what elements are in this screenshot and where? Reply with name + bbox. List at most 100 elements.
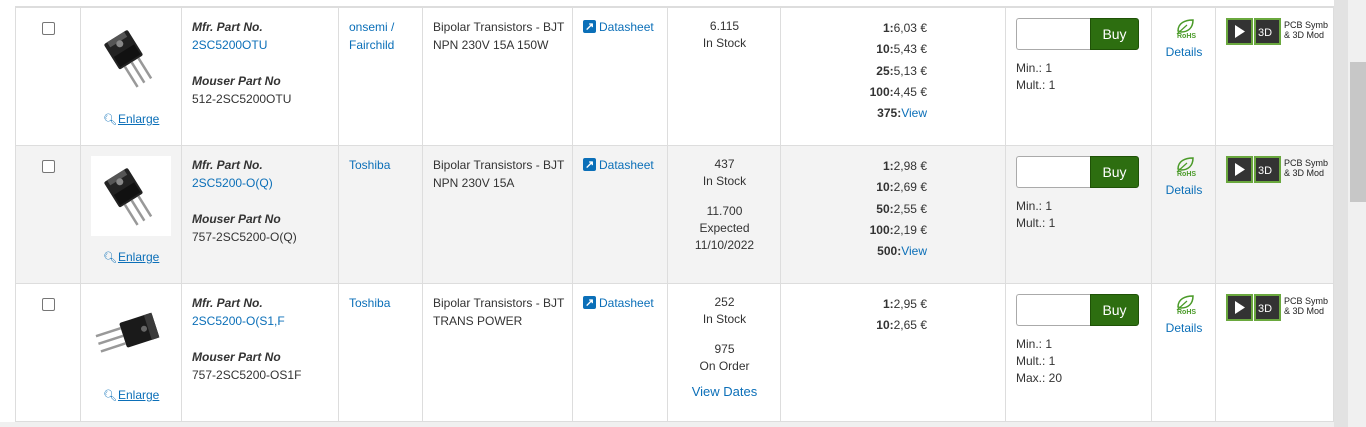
stock-quantity: 437 <box>714 157 735 171</box>
buy-button[interactable]: Buy <box>1090 156 1139 188</box>
image-cell: 🔍︎Enlarge <box>80 8 181 145</box>
rohs-details-link[interactable]: Details <box>1152 44 1216 60</box>
datasheet-label: Datasheet <box>599 20 654 34</box>
price-break-qty: 10: <box>876 318 894 333</box>
price-break-row: 100:4,45 € <box>870 82 927 103</box>
price-break-qty: 1: <box>882 297 894 311</box>
quantity-input[interactable] <box>1016 18 1091 50</box>
buy-button[interactable]: Buy <box>1090 294 1139 326</box>
price-view-link[interactable]: View <box>901 244 927 258</box>
enlarge-link[interactable]: 🔍︎Enlarge <box>103 250 159 264</box>
enlarge-label: Enlarge <box>117 112 160 126</box>
pricing-cell: 1:6,03 € 10:5,43 € 25:5,13 € 100:4,45 € … <box>780 8 1005 145</box>
datasheet-link[interactable]: Datasheet <box>583 156 654 174</box>
ecad-label-line: & 3D Mod <box>1284 168 1325 178</box>
price-break-price: 6,03 € <box>893 21 927 35</box>
quantity-input[interactable] <box>1016 294 1091 326</box>
price-break-price: 2,69 € <box>893 180 927 195</box>
availability-cell: 6.115 In Stock <box>667 8 780 145</box>
stock-label: In Stock <box>702 36 747 50</box>
price-view-link[interactable]: View <box>901 106 927 120</box>
manufacturer-link[interactable]: Toshiba <box>349 294 419 312</box>
on-order-label: On Order <box>699 359 750 373</box>
price-break-row: 100:2,19 € <box>870 220 927 241</box>
price-break-row: 1:2,98 € <box>870 156 927 177</box>
price-break-qty: 500: <box>877 244 902 259</box>
quantity-cell: Buy Min.: 1 Mult.: 1 <box>1005 8 1151 145</box>
pricing-cell: 1:2,98 € 10:2,69 € 50:2,55 € 100:2,19 € … <box>780 146 1005 283</box>
price-breaks: 1:6,03 € 10:5,43 € 25:5,13 € 100:4,45 € … <box>870 18 927 124</box>
product-image[interactable] <box>91 156 171 236</box>
manufacturer-link[interactable]: Toshiba <box>349 156 419 174</box>
product-image[interactable] <box>91 18 171 98</box>
price-break-qty: 25: <box>876 63 894 78</box>
description-cell: Bipolar Transistors - BJT NPN 230V 15A 1… <box>422 8 572 145</box>
3d-model-icon[interactable]: 3D <box>1254 156 1281 183</box>
3d-model-icon[interactable]: 3D <box>1254 294 1281 321</box>
external-link-icon <box>583 156 596 174</box>
part-number-cell: Mfr. Part No. 2SC5200-O(S1,F Mouser Part… <box>181 284 338 421</box>
part-number-cell: Mfr. Part No. 2SC5200-O(Q) Mouser Part N… <box>181 146 338 283</box>
image-cell: 🔍︎Enlarge <box>80 146 181 283</box>
ecad-label: PCB Symb & 3D Mod <box>1284 158 1328 178</box>
part-number-cell: Mfr. Part No. 2SC5200OTU Mouser Part No … <box>181 8 338 145</box>
datasheet-label: Datasheet <box>599 296 654 310</box>
price-break-row: 1:2,95 € <box>876 294 927 315</box>
quantity-input[interactable] <box>1016 156 1091 188</box>
search-results-table: 🔍︎Enlarge Mfr. Part No. 2SC5200OTU Mouse… <box>15 8 1334 422</box>
datasheet-link[interactable]: Datasheet <box>583 294 654 312</box>
price-breaks: 1:2,95 € 10:2,65 € <box>876 294 927 337</box>
enlarge-link[interactable]: 🔍︎Enlarge <box>103 388 159 402</box>
rohs-leaf-icon: RoHS <box>1169 294 1199 318</box>
ecad-symbol-icon[interactable] <box>1226 294 1253 321</box>
datasheet-cell: Datasheet <box>572 146 667 283</box>
ecad-cell: 3D PCB Symb & 3D Mod <box>1215 8 1334 145</box>
expected-date: 11/10/2022 <box>694 238 755 252</box>
3d-model-icon[interactable]: 3D <box>1254 18 1281 45</box>
mouser-part-label: Mouser Part No <box>192 74 281 88</box>
table-row: 🔍︎Enlarge Mfr. Part No. 2SC5200OTU Mouse… <box>15 8 1334 146</box>
price-break-qty: 1: <box>882 159 894 173</box>
stock-quantity: 252 <box>714 295 735 309</box>
manufacturer-cell: Toshiba <box>338 146 422 283</box>
datasheet-label: Datasheet <box>599 158 654 172</box>
datasheet-link[interactable]: Datasheet <box>583 18 654 36</box>
external-link-icon <box>583 18 596 36</box>
select-checkbox[interactable] <box>42 22 55 35</box>
enlarge-link[interactable]: 🔍︎Enlarge <box>103 112 159 126</box>
price-break-price: 4,45 € <box>893 84 927 99</box>
mfr-part-link[interactable]: 2SC5200-O(S1,F <box>192 312 301 330</box>
description-text: Bipolar Transistors - BJT NPN 230V 15A 1… <box>433 20 565 52</box>
manufacturer-link[interactable]: onsemi / Fairchild <box>349 18 419 54</box>
magnifier-icon: 🔍︎ <box>103 252 117 264</box>
ecad-symbol-icon[interactable] <box>1226 156 1253 183</box>
price-break-price: 2,95 € <box>893 297 927 311</box>
mfr-part-link[interactable]: 2SC5200OTU <box>192 36 291 54</box>
next-row-edge <box>0 422 1334 427</box>
select-cell <box>15 8 80 145</box>
price-break-row: 25:5,13 € <box>870 61 927 82</box>
rohs-details-link[interactable]: Details <box>1152 182 1216 198</box>
rohs-label: RoHS <box>1177 33 1197 40</box>
ecad-label-line: PCB Symb <box>1284 296 1329 306</box>
scroll-region-shadow <box>1334 0 1348 427</box>
select-checkbox[interactable] <box>42 298 55 311</box>
mouser-part-label: Mouser Part No <box>192 212 281 226</box>
view-dates-link[interactable]: View Dates <box>668 383 781 400</box>
mfr-part-link[interactable]: 2SC5200-O(Q) <box>192 174 297 192</box>
buy-button[interactable]: Buy <box>1090 18 1139 50</box>
scrollbar-thumb[interactable] <box>1350 62 1366 202</box>
price-break-price: 5,43 € <box>893 42 927 57</box>
ecad-symbol-icon[interactable] <box>1226 18 1253 45</box>
select-checkbox[interactable] <box>42 160 55 173</box>
price-break-price: 2,98 € <box>893 159 927 173</box>
stock-label: In Stock <box>702 312 747 326</box>
product-image[interactable] <box>91 294 171 374</box>
price-break-row: 500:View <box>870 241 927 262</box>
quantity-cell: Buy Min.: 1 Mult.: 1 Max.: 20 <box>1005 284 1151 421</box>
magnifier-icon: 🔍︎ <box>103 390 117 402</box>
max-quantity: Max.: 20 <box>1016 371 1063 385</box>
rohs-details-link[interactable]: Details <box>1152 320 1216 336</box>
description-text: Bipolar Transistors - BJT NPN 230V 15A <box>433 158 565 190</box>
price-break-qty: 1: <box>882 21 894 35</box>
